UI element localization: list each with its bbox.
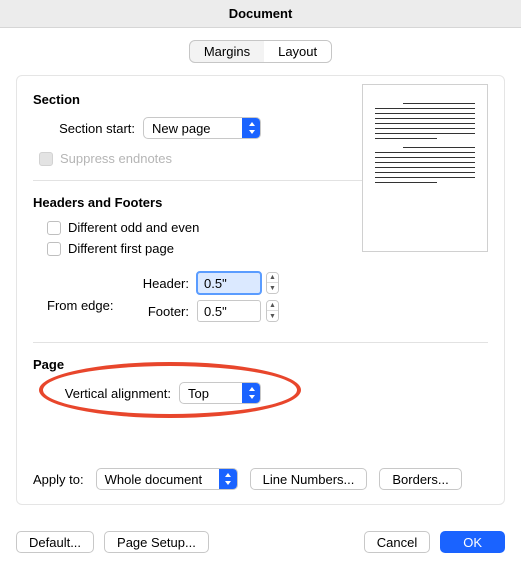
tab-bar: Margins Layout — [16, 40, 505, 63]
dialog-content: Margins Layout Section Section start: Ne… — [0, 28, 521, 565]
page-heading: Page — [33, 357, 488, 372]
footer-label: Footer: — [133, 304, 189, 319]
dialog-footer: Default... Page Setup... Cancel OK — [0, 519, 521, 565]
chevron-down-icon[interactable]: ▼ — [267, 311, 278, 321]
dialog-title: Document — [229, 6, 293, 21]
header-input[interactable] — [197, 272, 261, 294]
footer-stepper[interactable]: ▲ ▼ — [266, 300, 279, 322]
divider-2 — [33, 342, 488, 343]
tab-margins[interactable]: Margins — [190, 41, 264, 62]
tab-layout[interactable]: Layout — [264, 41, 331, 62]
diff-first-page-label: Different first page — [68, 241, 174, 256]
diff-first-page-checkbox[interactable] — [47, 242, 61, 256]
ok-button[interactable]: OK — [440, 531, 505, 553]
tab-segment: Margins Layout — [189, 40, 332, 63]
updown-icon — [242, 117, 260, 139]
cancel-button[interactable]: Cancel — [364, 531, 430, 553]
footer-input[interactable] — [197, 300, 261, 322]
updown-icon — [242, 382, 260, 404]
header-label: Header: — [133, 276, 189, 291]
borders-button[interactable]: Borders... — [379, 468, 461, 490]
header-stepper[interactable]: ▲ ▼ — [266, 272, 279, 294]
suppress-endnotes-label: Suppress endnotes — [60, 151, 172, 166]
layout-panel: Section Section start: New page Suppress… — [16, 75, 505, 505]
default-button[interactable]: Default... — [16, 531, 94, 553]
page-setup-button[interactable]: Page Setup... — [104, 531, 209, 553]
from-edge-label: From edge: — [47, 298, 113, 313]
footer-stepper-wrap: ▲ ▼ — [197, 300, 279, 322]
line-numbers-button[interactable]: Line Numbers... — [250, 468, 368, 490]
valign-dropdown[interactable]: Top — [179, 382, 261, 404]
diff-odd-even-checkbox[interactable] — [47, 221, 61, 235]
chevron-up-icon[interactable]: ▲ — [267, 301, 278, 311]
apply-to-dropdown[interactable]: Whole document — [96, 468, 238, 490]
valign-value: Top — [180, 386, 242, 401]
chevron-down-icon[interactable]: ▼ — [267, 283, 278, 293]
section-start-label: Section start: — [45, 121, 135, 136]
suppress-endnotes-checkbox — [39, 152, 53, 166]
section-start-value: New page — [144, 121, 242, 136]
dialog-titlebar: Document — [0, 0, 521, 28]
updown-icon — [219, 468, 237, 490]
diff-odd-even-label: Different odd and even — [68, 220, 199, 235]
apply-row: Apply to: Whole document Line Numbers...… — [33, 468, 488, 490]
valign-label: Vertical alignment: — [45, 386, 171, 401]
header-stepper-wrap: ▲ ▼ — [197, 272, 279, 294]
chevron-up-icon[interactable]: ▲ — [267, 273, 278, 283]
apply-to-label: Apply to: — [33, 472, 84, 487]
apply-to-value: Whole document — [97, 472, 219, 487]
section-start-dropdown[interactable]: New page — [143, 117, 261, 139]
page-preview — [362, 84, 488, 252]
